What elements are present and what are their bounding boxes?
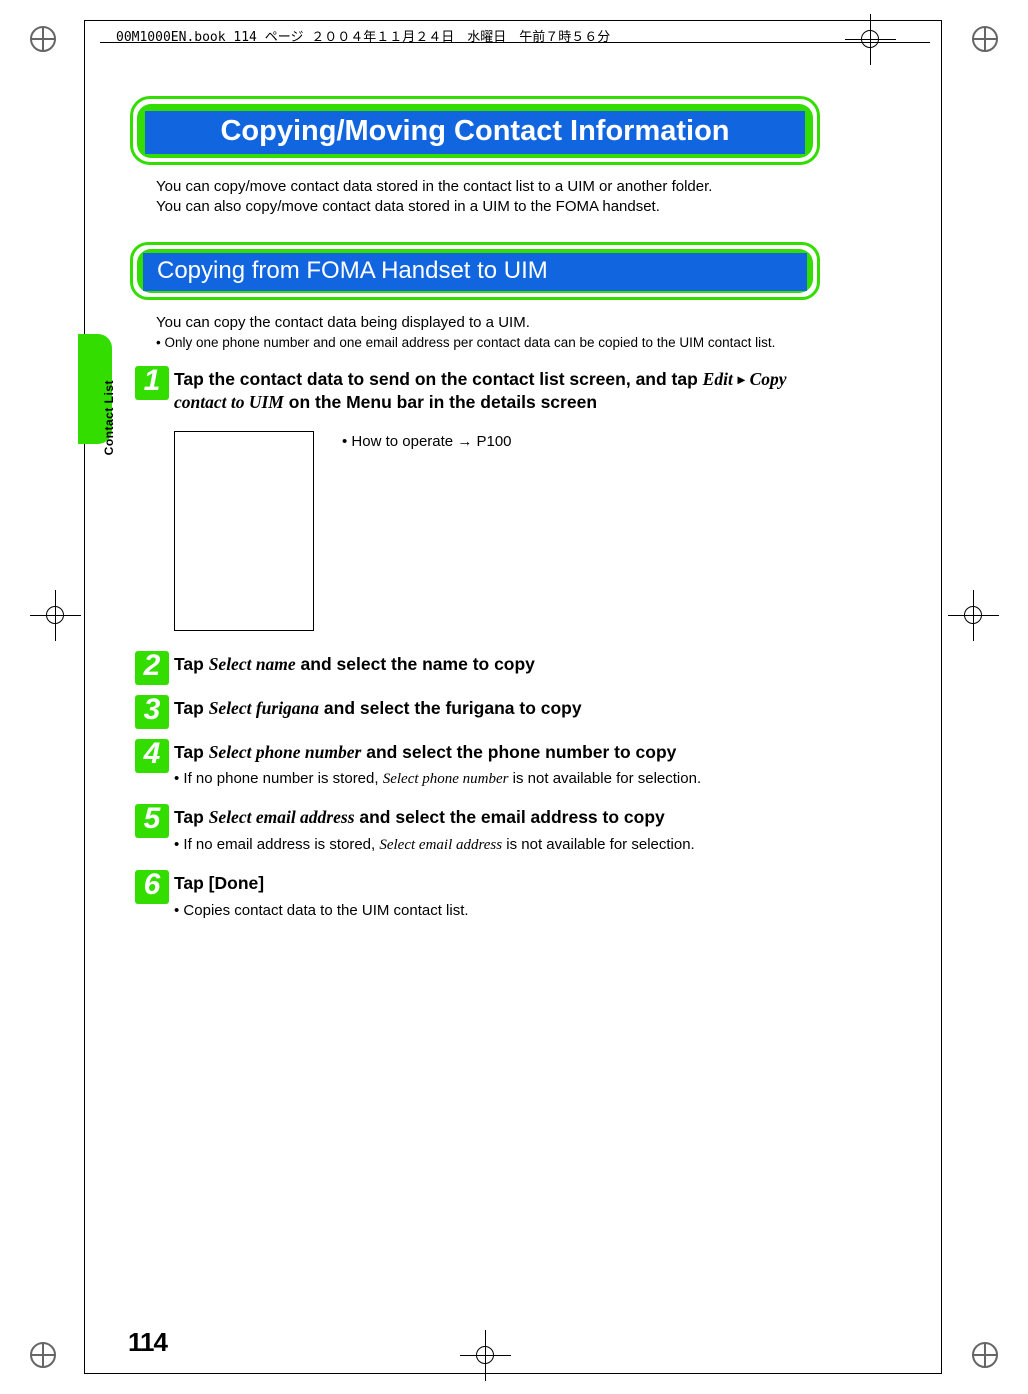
crop-mark [30, 590, 80, 640]
field-select-phone: Select phone number [383, 771, 509, 787]
step-title: Tap Select furigana and select the furig… [174, 697, 820, 721]
step-text: on the Menu bar in the details screen [289, 392, 597, 412]
section-intro: You can copy the contact data being disp… [156, 314, 820, 331]
section-note: Only one phone number and one email addr… [156, 335, 820, 350]
menu-edit: Edit [703, 369, 733, 389]
step-note-text: If no phone number is stored, [183, 770, 382, 787]
step-text: Tap [174, 807, 209, 827]
step-1: 1 Tap the contact data to send on the co… [130, 366, 820, 421]
intro-text: You can copy/move contact data stored in… [156, 177, 820, 218]
step-illustration-row: How to operate → P100 [174, 431, 820, 631]
step-note-text: is not available for selection. [502, 836, 695, 853]
field-select-name: Select name [209, 654, 296, 674]
breadcrumb-arrow-icon: ▸ [738, 370, 745, 389]
sub-title-container: Copying from FOMA Handset to UIM [130, 242, 820, 300]
step-number: 4 [135, 739, 169, 773]
step-title: Tap Select email address and select the … [174, 806, 820, 830]
intro-line: You can copy/move contact data stored in… [156, 177, 820, 197]
crop-mark [948, 590, 998, 640]
step-number: 5 [135, 804, 169, 838]
step-5: 5 Tap Select email address and select th… [130, 804, 820, 860]
step-note-text: If no email address is stored, [183, 836, 379, 853]
screenshot-placeholder [174, 431, 314, 631]
step-note: Copies contact data to the UIM contact l… [174, 902, 820, 919]
step-text: Tap [174, 742, 209, 762]
step-note-text: is not available for selection. [509, 770, 702, 787]
step-number: 2 [135, 651, 169, 685]
step-text: and select the furigana to copy [319, 698, 582, 718]
page-number: 114 [128, 1327, 167, 1358]
side-section-label: Contact List [102, 380, 116, 455]
step-text: and select the phone number to copy [361, 742, 676, 762]
registration-mark [972, 1342, 998, 1368]
steps-list: 1 Tap the contact data to send on the co… [130, 366, 820, 925]
section-title: Copying from FOMA Handset to UIM [143, 253, 807, 291]
step-4: 4 Tap Select phone number and select the… [130, 739, 820, 795]
step-title: Tap [Done] [174, 872, 820, 896]
step-note: If no email address is stored, Select em… [174, 836, 820, 854]
step-text: and select the email address to copy [355, 807, 665, 827]
step-text: and select the name to copy [296, 654, 535, 674]
intro-line: You can also copy/move contact data stor… [156, 197, 820, 217]
step-number: 3 [135, 695, 169, 729]
registration-mark [30, 26, 56, 52]
step-title: Tap Select name and select the name to c… [174, 653, 820, 677]
step-note: If no phone number is stored, Select pho… [174, 770, 820, 788]
step-text: Tap [174, 698, 209, 718]
step-6: 6 Tap [Done] Copies contact data to the … [130, 870, 820, 925]
step-title: Tap the contact data to send on the cont… [174, 368, 820, 415]
field-select-email: Select email address [379, 837, 502, 853]
step-text: Tap the contact data to send on the cont… [174, 369, 703, 389]
page-title: Copying/Moving Contact Information [145, 111, 805, 154]
page-content: Copying/Moving Contact Information You c… [130, 96, 820, 935]
step-number: 6 [135, 870, 169, 904]
header-divider [100, 42, 930, 43]
field-select-phone: Select phone number [209, 742, 362, 762]
field-select-furigana: Select furigana [209, 698, 319, 718]
how-to-operate-ref: How to operate → P100 [342, 431, 512, 631]
step-title: Tap Select phone number and select the p… [174, 741, 820, 765]
step-number: 1 [135, 366, 169, 400]
registration-mark [30, 1342, 56, 1368]
step-2: 2 Tap Select name and select the name to… [130, 651, 820, 685]
registration-mark [972, 26, 998, 52]
step-3: 3 Tap Select furigana and select the fur… [130, 695, 820, 729]
field-select-email: Select email address [209, 807, 355, 827]
main-title-container: Copying/Moving Contact Information [130, 96, 820, 165]
step-text: Tap [174, 654, 209, 674]
